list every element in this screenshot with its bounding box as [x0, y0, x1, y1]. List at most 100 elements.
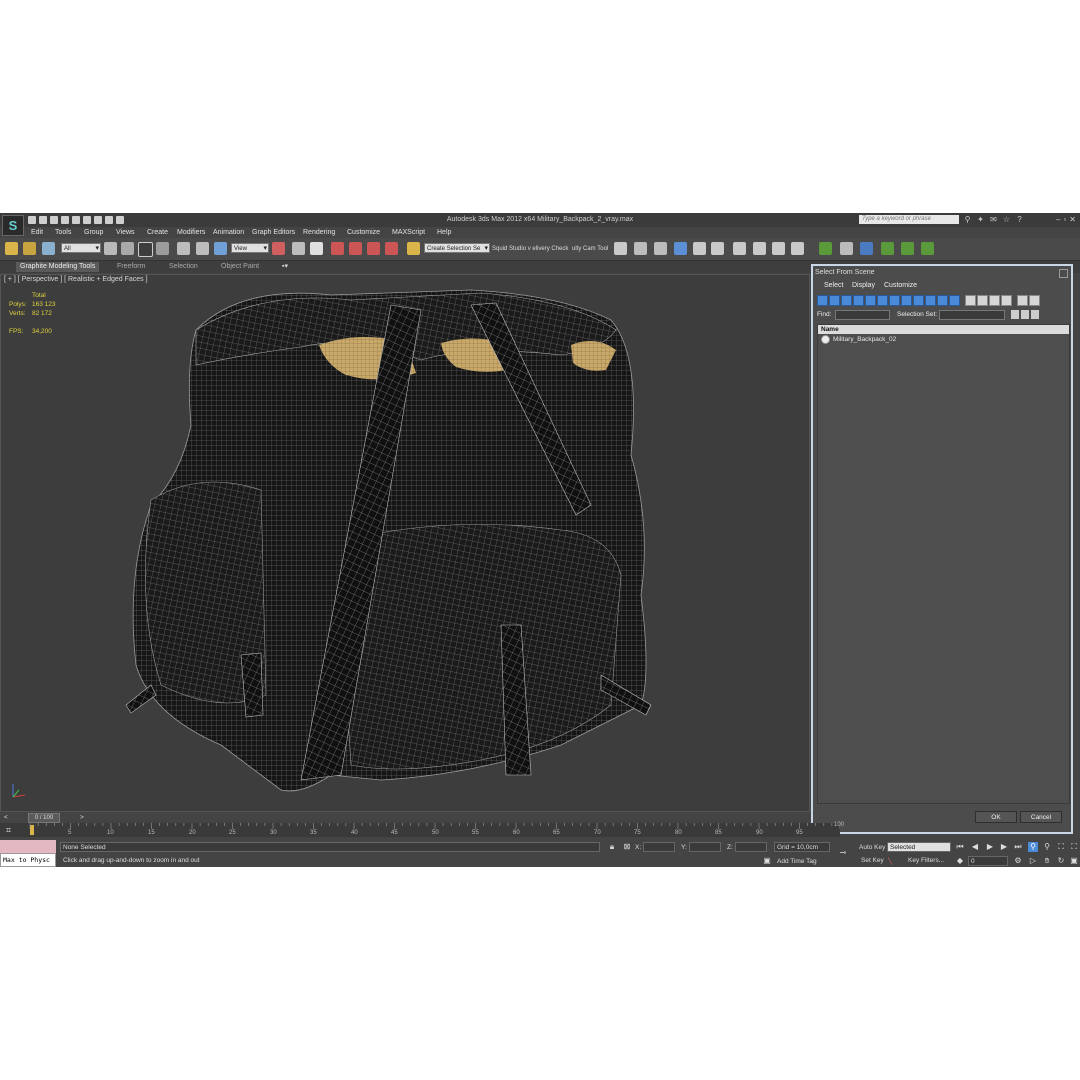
auto-key-button[interactable]: Auto Key: [859, 844, 885, 851]
filter-xrefs-icon[interactable]: [901, 295, 912, 306]
cancel-button[interactable]: Cancel: [1020, 811, 1062, 823]
z-coordinate-field[interactable]: [735, 842, 767, 852]
app-logo-icon[interactable]: S: [2, 215, 24, 236]
filter-frozen-icon[interactable]: [937, 295, 948, 306]
schematic-view-icon[interactable]: [711, 242, 724, 255]
menu-group[interactable]: Group: [84, 229, 103, 236]
previous-frame-icon[interactable]: ◀: [970, 842, 980, 852]
set-edit-icon[interactable]: [1031, 310, 1039, 319]
binoculars-icon[interactable]: ⚲: [963, 215, 972, 224]
select-by-name-icon[interactable]: [121, 242, 134, 255]
menu-rendering[interactable]: Rendering: [303, 229, 335, 236]
ribbon-options-icon[interactable]: ▪▾: [278, 262, 292, 272]
column-header-name[interactable]: Name: [818, 325, 1069, 334]
named-selection-select[interactable]: Create Selection Se: [424, 243, 490, 254]
next-frame-icon[interactable]: ▶: [999, 842, 1009, 852]
help-icon[interactable]: ?: [1015, 215, 1024, 224]
script-button-squid[interactable]: Squid Studio v elivery Check: [492, 246, 568, 252]
key-mode-select[interactable]: Selected: [887, 842, 951, 852]
unlink-icon[interactable]: [23, 242, 36, 255]
reference-coord-select[interactable]: View: [231, 243, 269, 254]
maxscript-mini-listener[interactable]: Max to Physc: [0, 853, 56, 867]
ok-button[interactable]: OK: [975, 811, 1017, 823]
select-manipulate-icon[interactable]: [292, 242, 305, 255]
tab-graphite-modeling[interactable]: Graphite Modeling Tools: [16, 262, 100, 272]
go-to-start-icon[interactable]: ⏮: [955, 842, 965, 852]
vray-sun-icon[interactable]: [921, 242, 934, 255]
vray-icon[interactable]: [819, 242, 832, 255]
zoom-extents-icon[interactable]: ⛶: [1056, 842, 1066, 852]
set-add-icon[interactable]: [1011, 310, 1019, 319]
selection-lock-icon[interactable]: 🔒︎: [607, 842, 617, 852]
time-configuration-icon[interactable]: ⚙: [1013, 856, 1023, 866]
angle-snap-icon[interactable]: [349, 242, 362, 255]
bind-space-warp-icon[interactable]: [42, 242, 55, 255]
pan-icon[interactable]: ✋︎: [1042, 856, 1052, 866]
absolute-mode-icon[interactable]: ⊠: [622, 842, 632, 852]
select-object-icon[interactable]: [104, 242, 117, 255]
selection-set-select[interactable]: [939, 310, 1005, 320]
menu-graph-editors[interactable]: Graph Editors: [252, 229, 295, 236]
add-time-tag-button[interactable]: Add Time Tag: [777, 858, 817, 865]
key-mode-toggle-icon[interactable]: ◆: [955, 856, 965, 866]
close-icon[interactable]: ✕: [1069, 215, 1076, 224]
filter-groups-icon[interactable]: [889, 295, 900, 306]
vray-frame-buffer-icon[interactable]: [881, 242, 894, 255]
zoom-extents-all-icon[interactable]: ⛶: [1069, 842, 1079, 852]
slider-next-icon[interactable]: >: [80, 814, 84, 821]
render-production-icon[interactable]: [791, 242, 804, 255]
rotate-icon[interactable]: [196, 242, 209, 255]
restore-icon[interactable]: ▫: [1063, 215, 1066, 224]
filter-spacewarps-icon[interactable]: [877, 295, 888, 306]
set-key-button[interactable]: Set Key: [861, 857, 884, 864]
tab-freeform[interactable]: Freeform: [113, 262, 149, 272]
render-setup-icon[interactable]: [753, 242, 766, 255]
window-crossing-icon[interactable]: [156, 242, 169, 255]
zoom-all-icon[interactable]: ⚲: [1042, 842, 1052, 852]
graphite-toggle-icon[interactable]: [674, 242, 687, 255]
perspective-viewport[interactable]: [ + ] [ Perspective ] [ Realistic + Edge…: [0, 274, 810, 812]
time-tag-icon[interactable]: ▣: [762, 856, 772, 866]
scale-icon[interactable]: [214, 242, 227, 255]
maxscript-listener-output[interactable]: [0, 840, 56, 853]
go-to-end-icon[interactable]: ⏭: [1013, 842, 1023, 852]
select-all-icon[interactable]: [965, 295, 976, 306]
menu-customize[interactable]: Customize: [347, 229, 380, 236]
filter-options-icon[interactable]: [1029, 295, 1040, 306]
filter-funnel-icon[interactable]: [1017, 295, 1028, 306]
filter-bones-icon[interactable]: [913, 295, 924, 306]
communication-icon[interactable]: ✉: [989, 215, 998, 224]
filter-containers-icon[interactable]: [925, 295, 936, 306]
maximize-viewport-icon[interactable]: ▣: [1069, 856, 1079, 866]
favorites-icon[interactable]: ☆: [1002, 215, 1011, 224]
script-button-cam[interactable]: ulty Cam Tool: [572, 246, 608, 252]
material-editor-icon[interactable]: [733, 242, 746, 255]
zoom-icon[interactable]: ⚲: [1028, 842, 1038, 852]
filter-shapes-icon[interactable]: [829, 295, 840, 306]
rendered-frame-icon[interactable]: [772, 242, 785, 255]
time-slider-handle[interactable]: 0 / 100: [28, 813, 60, 823]
menu-create[interactable]: Create: [147, 229, 168, 236]
key-filters-button[interactable]: Key Filters...: [908, 857, 944, 864]
pivot-center-icon[interactable]: [272, 242, 285, 255]
list-item[interactable]: Military_Backpack_02: [818, 334, 1069, 345]
key-filter-icon[interactable]: ╲: [888, 857, 892, 865]
time-slider[interactable]: < 0 / 100 >: [0, 812, 810, 823]
menu-help[interactable]: Help: [437, 229, 451, 236]
align-icon[interactable]: [634, 242, 647, 255]
set-remove-icon[interactable]: [1021, 310, 1029, 319]
y-coordinate-field[interactable]: [689, 842, 721, 852]
menu-modifiers[interactable]: Modifiers: [177, 229, 205, 236]
percent-snap-icon[interactable]: [367, 242, 380, 255]
subscription-icon[interactable]: ✦: [976, 215, 985, 224]
tab-selection[interactable]: Selection: [165, 262, 202, 272]
menu-animation[interactable]: Animation: [213, 229, 244, 236]
menu-edit[interactable]: Edit: [31, 229, 43, 236]
orbit-icon[interactable]: ↻: [1056, 856, 1066, 866]
menu-views[interactable]: Views: [116, 229, 135, 236]
minimize-icon[interactable]: –: [1056, 215, 1060, 224]
spinner-snap-icon[interactable]: [385, 242, 398, 255]
link-icon[interactable]: [5, 242, 18, 255]
play-icon[interactable]: ▶: [985, 842, 995, 852]
tab-object-paint[interactable]: Object Paint: [217, 262, 263, 272]
